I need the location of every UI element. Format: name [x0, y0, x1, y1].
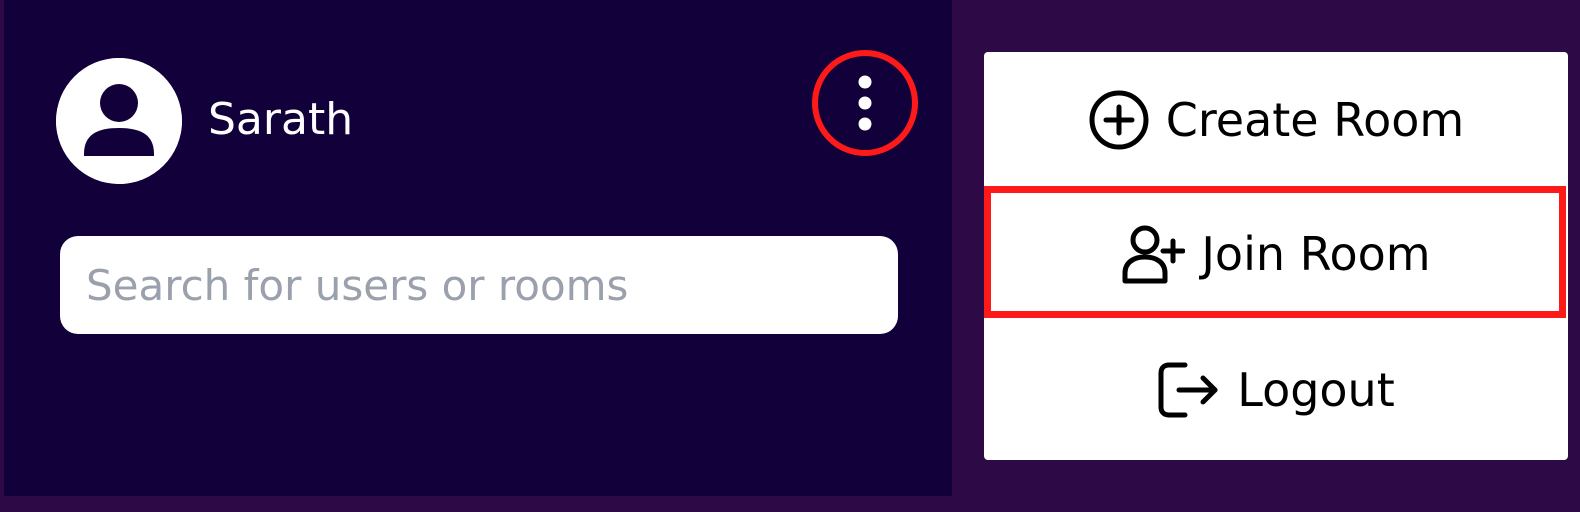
more-options-button[interactable] — [812, 50, 918, 156]
options-dropdown-menu: Create Room Join Room Logout — [984, 52, 1568, 460]
create-room-label: Create Room — [1165, 93, 1465, 147]
more-vertical-icon — [858, 75, 872, 131]
logout-icon — [1158, 362, 1218, 418]
plus-circle-icon — [1089, 90, 1149, 150]
logout-menu-item[interactable]: Logout — [984, 324, 1568, 456]
sidebar-panel: Sarath — [4, 0, 952, 496]
username-label: Sarath — [208, 94, 354, 145]
search-input[interactable] — [60, 236, 898, 334]
join-room-label: Join Room — [1201, 227, 1431, 281]
user-plus-icon — [1122, 225, 1186, 284]
logout-label: Logout — [1237, 363, 1395, 417]
create-room-menu-item[interactable]: Create Room — [984, 54, 1568, 186]
app-stage: Sarath Create Room — [0, 0, 1580, 512]
join-room-menu-item[interactable]: Join Room — [984, 188, 1568, 320]
user-avatar-icon[interactable] — [56, 58, 182, 184]
